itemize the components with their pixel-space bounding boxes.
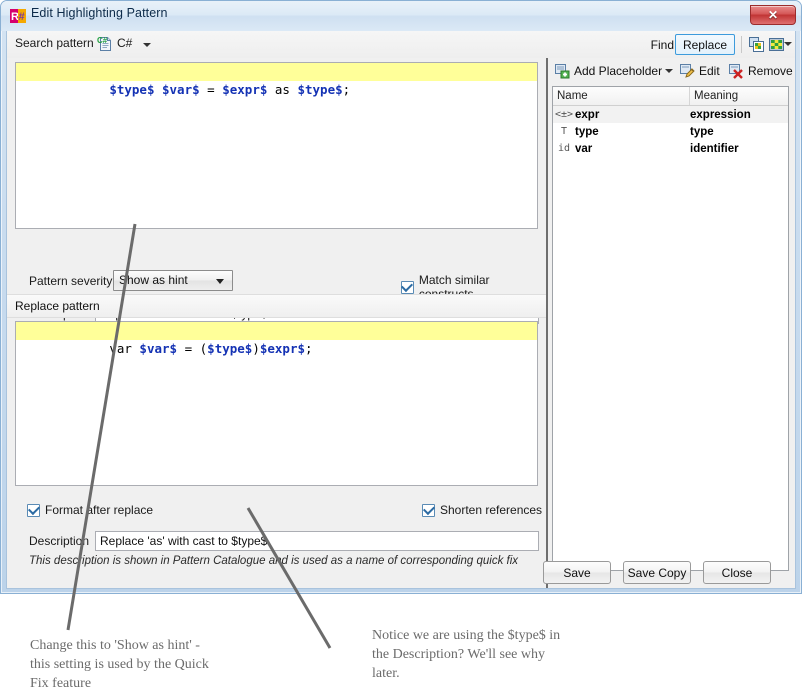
- expression-placeholder-icon: <±>: [554, 109, 574, 120]
- token-close-paren: ): [252, 341, 260, 356]
- chevron-down-icon: [216, 279, 224, 284]
- replace-pattern-code-line[interactable]: var $var$ = ($type$)$expr$;: [16, 322, 537, 356]
- token-eq-paren: = (: [177, 341, 208, 356]
- token-type-2: $type$: [297, 82, 343, 97]
- row-meaning-cell: identifier: [690, 142, 739, 155]
- type-placeholder-icon: T: [560, 126, 568, 137]
- remove-placeholder-button[interactable]: Remove: [726, 61, 796, 81]
- row-meaning-cell: expression: [690, 108, 751, 121]
- table-row[interactable]: id var identifier: [553, 140, 788, 157]
- svg-text:C#: C#: [97, 36, 108, 45]
- language-selector-label[interactable]: C#: [117, 36, 132, 50]
- row-meaning-cell: type: [690, 125, 714, 138]
- format-after-replace-checkbox[interactable]: Format after replace: [27, 503, 153, 517]
- svg-text:#: #: [19, 11, 25, 23]
- column-header-meaning[interactable]: Meaning: [690, 87, 788, 105]
- right-pane: Add Placeholder Edit Remove Name Meaning…: [548, 58, 795, 588]
- checkbox-check-icon: [27, 503, 40, 517]
- token-type-1: $type$: [109, 82, 155, 97]
- row-name-text: var: [575, 142, 593, 155]
- token-semicolon: ;: [342, 82, 351, 97]
- edit-placeholder-button[interactable]: Edit: [677, 61, 723, 81]
- search-pattern-code-line[interactable]: $type$ $var$ = $expr$ as $type$;: [16, 63, 537, 97]
- shorten-references-label: Shorten references: [440, 503, 543, 517]
- token-space-1: [154, 82, 162, 97]
- description-replace-hint: This description is shown in Pattern Cat…: [29, 555, 519, 567]
- remove-placeholder-label: Remove: [748, 64, 793, 78]
- row-name-cell: T type: [553, 126, 690, 138]
- pattern-severity-value: Show as hint: [119, 273, 188, 287]
- title-bar: R # Edit Highlighting Pattern ✕: [1, 1, 801, 31]
- dialog-client-area: Search pattern C# C# Find Replace $type$…: [6, 31, 796, 589]
- table-row[interactable]: T type type: [553, 123, 788, 140]
- color-palette-icon[interactable]: [768, 36, 785, 53]
- save-copy-button[interactable]: Save Copy: [623, 561, 691, 584]
- dialog-window: R # Edit Highlighting Pattern ✕ Search p…: [0, 0, 802, 594]
- token-expr-2: $expr$: [259, 341, 306, 356]
- pattern-severity-select[interactable]: Show as hint: [113, 270, 233, 291]
- identifier-placeholder-icon: id: [557, 143, 571, 154]
- row-name-cell: <±> expr: [553, 109, 690, 121]
- left-pane: $type$ $var$ = $expr$ as $type$; Pattern…: [7, 58, 546, 588]
- placeholder-toolbar: Add Placeholder Edit Remove: [548, 58, 795, 84]
- chevron-down-icon[interactable]: [143, 43, 151, 47]
- description-replace-input[interactable]: [95, 531, 539, 551]
- replace-mode-button[interactable]: Replace: [674, 34, 735, 55]
- placeholders-table: Name Meaning <±> expr expression T type …: [552, 86, 789, 571]
- edit-placeholder-label: Edit: [699, 64, 720, 78]
- row-name-cell: id var: [553, 143, 690, 155]
- search-pattern-editor[interactable]: $type$ $var$ = $expr$ as $type$;: [15, 62, 538, 229]
- checkbox-check-icon: [422, 503, 435, 517]
- annotation-left: Change this to 'Show as hint' - this set…: [30, 638, 209, 691]
- description-replace-label: Description: [29, 534, 90, 548]
- add-placeholder-label: Add Placeholder: [574, 64, 663, 78]
- copy-pattern-icon[interactable]: [748, 36, 765, 53]
- token-var-kw: var: [109, 341, 132, 356]
- close-window-button[interactable]: ✕: [750, 5, 796, 25]
- shorten-references-checkbox[interactable]: Shorten references: [422, 503, 542, 517]
- add-placeholder-chevron-down-icon[interactable]: [665, 69, 673, 73]
- annotation-right: Notice we are using the $type$ in the De…: [372, 628, 561, 681]
- pattern-severity-label: Pattern severity: [29, 274, 113, 288]
- column-header-name[interactable]: Name: [553, 87, 690, 105]
- top-toolbar: Search pattern C# C# Find Replace: [7, 31, 795, 58]
- token-var-2: $var$: [139, 341, 178, 356]
- toolbar-separator: [741, 36, 742, 53]
- token-type-3: $type$: [207, 341, 253, 356]
- window-title: Edit Highlighting Pattern: [31, 6, 168, 20]
- toolbar-chevron-down-icon[interactable]: [784, 42, 792, 46]
- token-semicolon-2: ;: [305, 341, 313, 356]
- row-name-text: type: [575, 125, 599, 138]
- search-pattern-label: Search pattern: [15, 36, 94, 50]
- add-placeholder-icon: [555, 63, 570, 78]
- row-name-text: expr: [575, 108, 600, 121]
- csharp-document-icon[interactable]: C#: [97, 36, 113, 52]
- close-button[interactable]: Close: [703, 561, 771, 584]
- table-header-row: Name Meaning: [553, 87, 788, 106]
- table-row[interactable]: <±> expr expression: [553, 106, 788, 123]
- edit-pencil-icon: [680, 63, 695, 78]
- format-after-replace-label: Format after replace: [45, 503, 154, 517]
- save-button[interactable]: Save: [543, 561, 611, 584]
- add-placeholder-button[interactable]: Add Placeholder: [552, 61, 665, 81]
- replace-pattern-section-title: Replace pattern: [7, 294, 546, 318]
- resharper-icon: R #: [10, 9, 26, 23]
- replace-pattern-editor[interactable]: var $var$ = ($type$)$expr$;: [15, 321, 538, 486]
- token-eq: =: [199, 82, 223, 97]
- token-as: as: [267, 82, 298, 97]
- token-expr: $expr$: [222, 82, 268, 97]
- checkbox-check-icon: [401, 280, 414, 294]
- remove-x-icon: [729, 63, 743, 79]
- token-var: $var$: [162, 82, 200, 97]
